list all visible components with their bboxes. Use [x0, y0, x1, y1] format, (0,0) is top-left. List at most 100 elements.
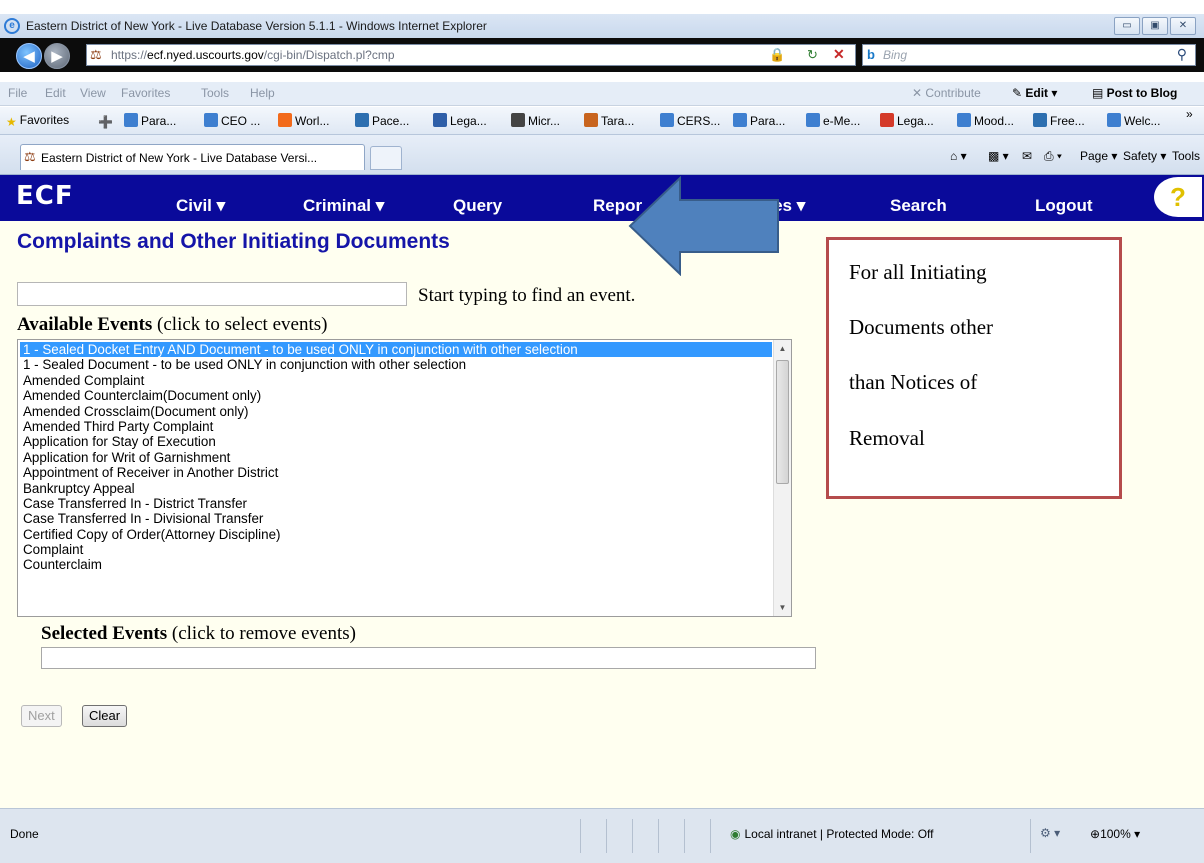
protected-mode-icon[interactable]: ⚙ ▾	[1040, 826, 1060, 840]
filter-hint: Start typing to find an event.	[418, 285, 636, 306]
scroll-thumb[interactable]	[776, 360, 789, 484]
back-button[interactable]: ◀	[16, 43, 42, 69]
event-option[interactable]: Case Transferred In - Divisional Transfe…	[20, 511, 772, 526]
menu-file[interactable]: File	[8, 86, 27, 100]
mail-icon[interactable]: ✉	[1022, 149, 1032, 163]
print-icon[interactable]: ⎙ ▾	[1044, 149, 1062, 164]
favorite-item[interactable]: CEO ...	[204, 113, 260, 128]
chevron-more-icon[interactable]: »	[1186, 107, 1193, 121]
status-divider	[632, 819, 633, 853]
tab-label: Eastern District of New York - Live Data…	[41, 151, 318, 165]
favorite-item[interactable]: Tara...	[584, 113, 634, 128]
event-option[interactable]: Amended Crossclaim(Document only)	[20, 404, 772, 419]
event-option[interactable]: Case Transferred In - District Transfer	[20, 496, 772, 511]
feeds-icon[interactable]: ▩ ▾	[988, 149, 1009, 163]
selected-events-list[interactable]	[41, 647, 816, 669]
event-option[interactable]: Certified Copy of Order(Attorney Discipl…	[20, 527, 772, 542]
event-filter-input[interactable]	[17, 282, 407, 306]
favorite-item[interactable]: ➕	[98, 113, 116, 129]
address-toolbar: ◀ ▶ ⚖ https://ecf.nyed.uscourts.gov/cgi-…	[0, 38, 1204, 72]
title-bar: e Eastern District of New York - Live Da…	[0, 0, 1204, 38]
menu-tools[interactable]: Tools	[201, 86, 229, 100]
search-placeholder: Bing	[883, 48, 908, 62]
menu-view[interactable]: View	[80, 86, 106, 100]
callout-line: Documents other	[849, 315, 994, 339]
favorite-item[interactable]: Micr...	[511, 113, 560, 128]
help-icon[interactable]: ?	[1154, 177, 1202, 217]
intranet-icon: ◉	[730, 827, 741, 841]
available-events-list[interactable]: 1 - Sealed Docket Entry AND Document - t…	[17, 339, 792, 617]
favorite-item[interactable]: Lega...	[433, 113, 487, 128]
safety-menu[interactable]: Safety ▾	[1123, 149, 1166, 163]
menu-help[interactable]: Help	[250, 86, 275, 100]
status-divider	[606, 819, 607, 853]
event-option[interactable]: Application for Stay of Execution	[20, 434, 772, 449]
url-text: https://ecf.nyed.uscourts.gov/cgi-bin/Di…	[111, 48, 395, 62]
post-to-blog-button[interactable]: ▤ Post to Blog	[1092, 86, 1177, 100]
scroll-up-icon[interactable]: ▲	[774, 340, 791, 357]
tools-menu[interactable]: Tools	[1172, 149, 1200, 163]
nav-logout[interactable]: Logout	[1035, 196, 1093, 216]
status-bar: Done ◉ Local intranet | Protected Mode: O…	[0, 808, 1204, 863]
favorite-item[interactable]: Pace...	[355, 113, 409, 128]
favorite-item[interactable]: Lega...	[880, 113, 934, 128]
contribute-button[interactable]: ✕ Contribute	[912, 86, 981, 100]
pointer-arrow	[628, 176, 779, 276]
security-zone[interactable]: ◉ Local intranet | Protected Mode: Off	[730, 827, 933, 841]
status-divider	[658, 819, 659, 853]
nav-query[interactable]: Query	[453, 196, 502, 216]
site-favicon-icon: ⚖	[90, 47, 102, 62]
favorite-item[interactable]: Para...	[124, 113, 176, 128]
list-scrollbar[interactable]: ▲ ▼	[773, 340, 791, 616]
favorites-bar: ★ Favorites ➕ Para... CEO ... Worl... Pac…	[0, 107, 1204, 135]
event-option[interactable]: Application for Writ of Garnishment	[20, 450, 772, 465]
forward-button[interactable]: ▶	[44, 43, 70, 69]
edit-button[interactable]: ✎ Edit ▾	[1012, 86, 1057, 100]
window-controls: ▭ ▣ ✕	[1114, 17, 1196, 35]
ecf-logo[interactable]: ECF	[16, 181, 74, 211]
favorites-button[interactable]: ★ Favorites	[6, 113, 69, 129]
favorite-item[interactable]: Mood...	[957, 113, 1014, 128]
new-tab-button[interactable]	[370, 146, 402, 170]
callout-line: than Notices of	[849, 370, 978, 394]
search-box[interactable]: b Bing ⚲	[862, 44, 1196, 66]
favorite-item[interactable]: Welc...	[1107, 113, 1160, 128]
next-button[interactable]: Next	[21, 705, 62, 727]
home-icon[interactable]: ⌂ ▾	[950, 149, 967, 163]
nav-criminal[interactable]: Criminal ▾	[303, 196, 384, 216]
event-option[interactable]: Amended Third Party Complaint	[20, 419, 772, 434]
favorite-item[interactable]: e-Me...	[806, 113, 860, 128]
refresh-icon[interactable]: ↻	[807, 47, 818, 63]
favorite-item[interactable]: Free...	[1033, 113, 1085, 128]
clear-button[interactable]: Clear	[82, 705, 128, 727]
page-menu[interactable]: Page ▾	[1080, 149, 1117, 163]
event-option[interactable]: Amended Counterclaim(Document only)	[20, 388, 772, 403]
event-option[interactable]: 1 - Sealed Document - to be used ONLY in…	[20, 357, 772, 372]
event-option[interactable]: Appointment of Receiver in Another Distr…	[20, 465, 772, 480]
favorite-item[interactable]: Worl...	[278, 113, 329, 128]
minimize-button[interactable]: ▭	[1114, 17, 1140, 35]
address-bar[interactable]: ⚖ https://ecf.nyed.uscourts.gov/cgi-bin/…	[86, 44, 856, 66]
menu-edit[interactable]: Edit	[45, 86, 66, 100]
menu-favorites[interactable]: Favorites	[121, 86, 170, 100]
event-option[interactable]: Complaint	[20, 542, 772, 557]
event-option-selected[interactable]: 1 - Sealed Docket Entry AND Document - t…	[20, 342, 772, 358]
close-button[interactable]: ✕	[1170, 17, 1196, 35]
search-icon[interactable]: ⚲	[1177, 46, 1187, 63]
menu-bar: File Edit View Favorites Tools Help ✕ Co…	[0, 82, 1204, 106]
event-option[interactable]: Amended Complaint	[20, 373, 772, 388]
maximize-button[interactable]: ▣	[1142, 17, 1168, 35]
nav-search[interactable]: Search	[890, 196, 947, 216]
favorite-item[interactable]: CERS...	[660, 113, 720, 128]
lock-icon[interactable]: 🔒	[769, 47, 785, 63]
event-option[interactable]: Bankruptcy Appeal	[20, 481, 772, 496]
event-option[interactable]: Counterclaim	[20, 557, 772, 572]
window-title: Eastern District of New York - Live Data…	[26, 19, 487, 33]
stop-icon[interactable]: ✕	[833, 46, 845, 63]
page-title: Complaints and Other Initiating Document…	[17, 230, 450, 253]
nav-civil[interactable]: Civil ▾	[176, 196, 225, 216]
favorite-item[interactable]: Para...	[733, 113, 785, 128]
scroll-down-icon[interactable]: ▼	[774, 599, 791, 616]
active-tab[interactable]: ⚖ Eastern District of New York - Live Da…	[20, 144, 365, 170]
zoom-level[interactable]: ⊕100% ▾	[1090, 827, 1140, 841]
